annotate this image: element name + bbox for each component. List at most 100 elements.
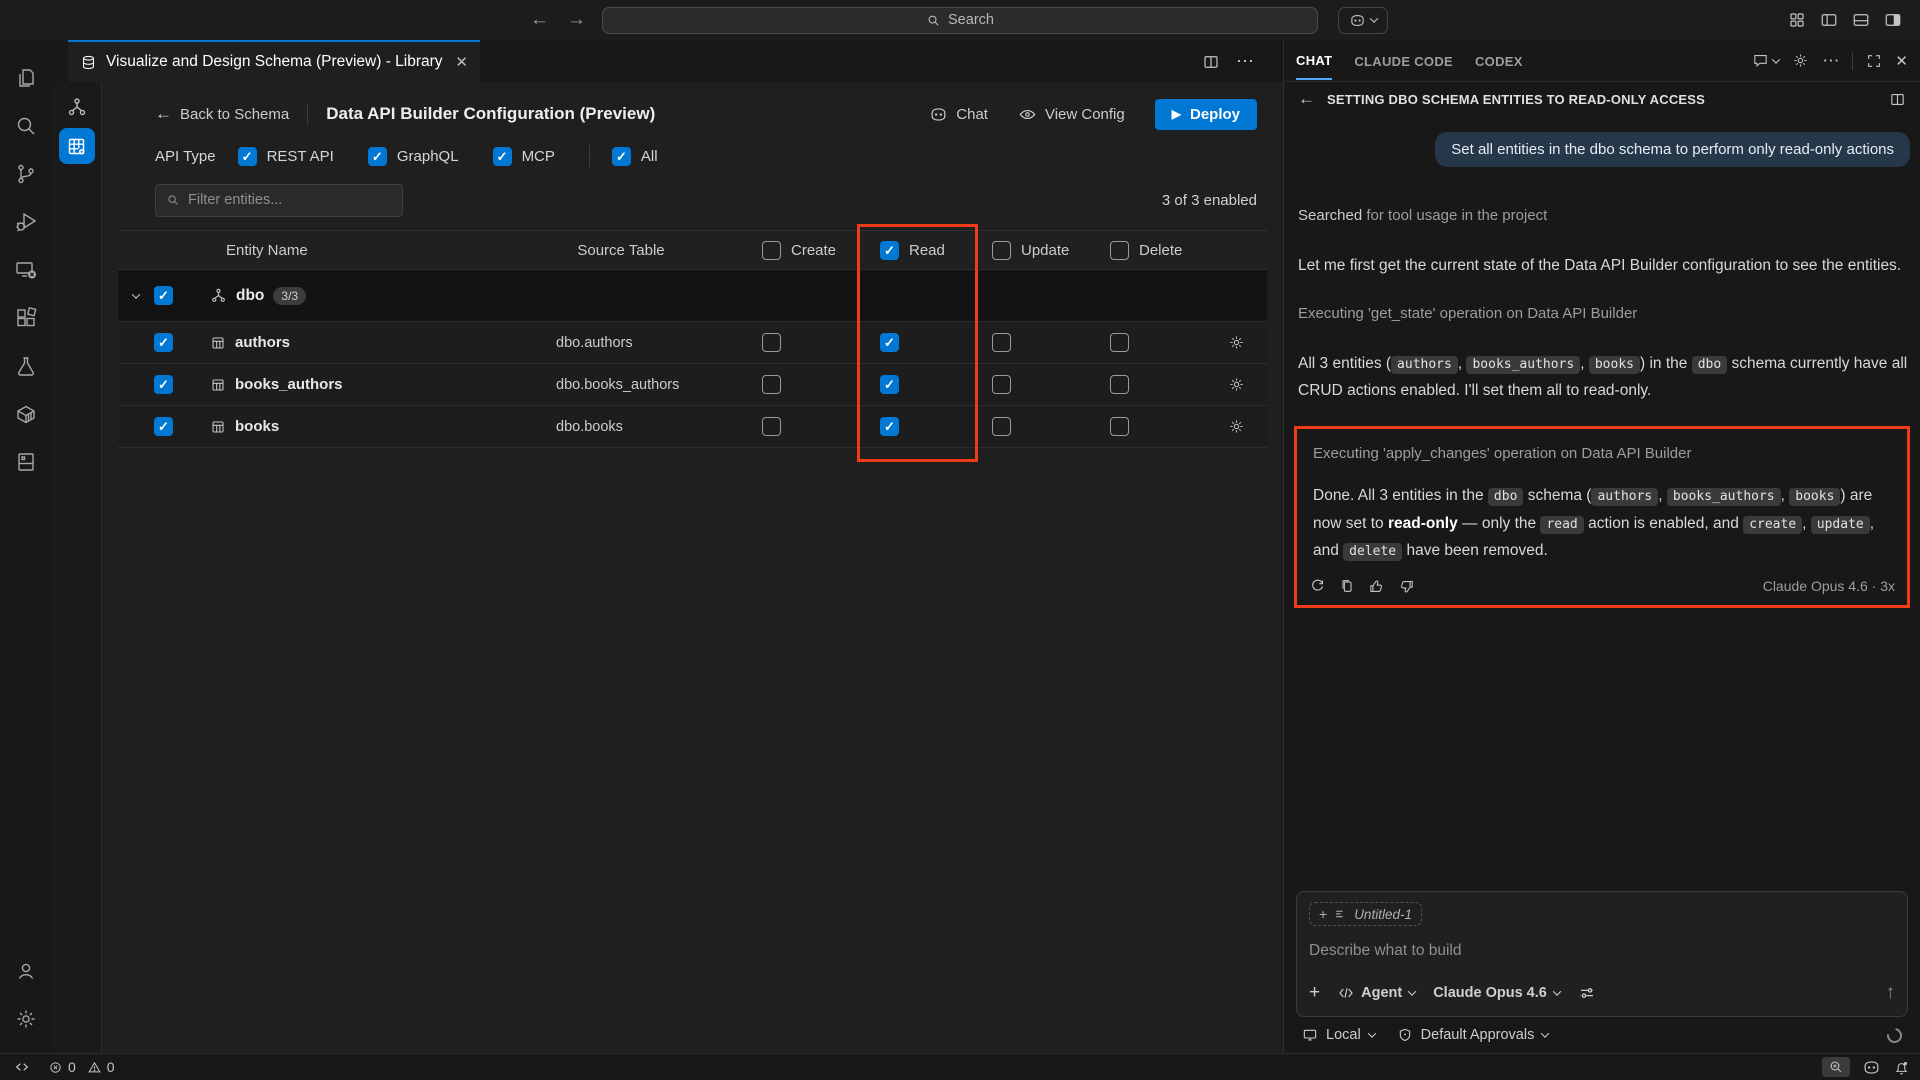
rest-api-label: REST API: [267, 148, 334, 165]
all-checkbox[interactable]: [612, 147, 631, 166]
nav-forward-icon[interactable]: →: [567, 9, 586, 31]
remote-connect-icon[interactable]: [14, 1059, 30, 1075]
delete-checkbox[interactable]: [1110, 333, 1129, 352]
table-row: books_authors dbo.books_authors: [118, 364, 1267, 406]
close-panel-icon[interactable]: ✕: [1895, 52, 1908, 70]
thumbs-down-icon[interactable]: [1398, 578, 1415, 595]
filter-entities-input[interactable]: Filter entities...: [155, 184, 403, 217]
row-enabled-checkbox[interactable]: [154, 375, 173, 394]
toggle-secondary-sidebar-icon[interactable]: [1884, 11, 1902, 29]
assistant-paragraph: Done. All 3 entities in the dbo schema (…: [1309, 482, 1895, 563]
tools-sliders-icon[interactable]: [1578, 984, 1596, 1002]
update-checkbox[interactable]: [992, 417, 1011, 436]
context-chip[interactable]: + Untitled-1: [1309, 902, 1422, 926]
model-picker[interactable]: Claude Opus 4.6: [1433, 985, 1560, 1001]
notifications-bell-icon[interactable]: [1893, 1059, 1910, 1076]
row-enabled-checkbox[interactable]: [154, 417, 173, 436]
activity-bar: [0, 40, 52, 1053]
user-message: Set all entities in the dbo schema to pe…: [1435, 132, 1910, 167]
update-checkbox[interactable]: [992, 333, 1011, 352]
rest-api-checkbox[interactable]: [238, 147, 257, 166]
dbo-group-checkbox[interactable]: [154, 286, 173, 305]
problems-indicator[interactable]: 0 0: [48, 1059, 115, 1075]
tab-codex[interactable]: CODEX: [1475, 42, 1523, 79]
create-all-checkbox[interactable]: [762, 241, 781, 260]
mcp-checkbox[interactable]: [493, 147, 512, 166]
create-checkbox[interactable]: [762, 375, 781, 394]
remote-explorer-icon[interactable]: [0, 246, 52, 294]
close-tab-icon[interactable]: ✕: [455, 53, 468, 71]
read-checkbox[interactable]: [880, 333, 899, 352]
tab-claude-code[interactable]: CLAUDE CODE: [1354, 42, 1453, 79]
mode-picker[interactable]: Agent: [1338, 985, 1415, 1001]
toggle-primary-sidebar-icon[interactable]: [1820, 11, 1838, 29]
chat-button-label: Chat: [956, 106, 988, 123]
view-config-button[interactable]: View Config: [1018, 105, 1125, 124]
containers-icon[interactable]: [0, 390, 52, 438]
extensions-icon[interactable]: [0, 294, 52, 342]
chat-settings-gear-icon[interactable]: [1792, 52, 1809, 69]
environment-picker[interactable]: Local: [1302, 1027, 1375, 1043]
copilot-chat-icon: [929, 105, 948, 124]
table-grid-icon: [210, 377, 226, 393]
delete-checkbox[interactable]: [1110, 375, 1129, 394]
chevron-down-icon: [1367, 1029, 1375, 1037]
chat-sessions-icon[interactable]: [1752, 52, 1779, 69]
warning-count: 0: [107, 1059, 115, 1075]
row-settings-gear-icon[interactable]: [1228, 418, 1245, 435]
designer-side-strip: [52, 82, 102, 1053]
expand-chevron-icon[interactable]: [132, 290, 140, 298]
copilot-status-icon[interactable]: [1862, 1058, 1881, 1077]
explorer-icon[interactable]: [0, 54, 52, 102]
delete-checkbox[interactable]: [1110, 417, 1129, 436]
create-checkbox[interactable]: [762, 333, 781, 352]
delete-all-checkbox[interactable]: [1110, 241, 1129, 260]
graphql-checkbox[interactable]: [368, 147, 387, 166]
zoom-status-icon[interactable]: [1822, 1057, 1850, 1077]
agent-mode-icon: [1338, 985, 1354, 1001]
chat-transcript[interactable]: Set all entities in the dbo schema to pe…: [1284, 116, 1920, 881]
row-settings-gear-icon[interactable]: [1228, 334, 1245, 351]
data-api-builder-tool-button[interactable]: [59, 128, 95, 164]
read-checkbox[interactable]: [880, 417, 899, 436]
update-all-checkbox[interactable]: [992, 241, 1011, 260]
create-checkbox[interactable]: [762, 417, 781, 436]
read-all-checkbox[interactable]: [880, 241, 899, 260]
nav-back-icon[interactable]: ←: [530, 9, 549, 31]
testing-icon[interactable]: [0, 342, 52, 390]
back-to-schema-button[interactable]: ← Back to Schema: [155, 104, 289, 124]
copy-icon[interactable]: [1339, 578, 1355, 594]
source-control-icon[interactable]: [0, 150, 52, 198]
approvals-picker[interactable]: Default Approvals: [1397, 1027, 1549, 1043]
send-icon[interactable]: ↑: [1886, 982, 1896, 1004]
session-back-icon[interactable]: ←: [1298, 89, 1315, 109]
tab-chat[interactable]: CHAT: [1296, 41, 1332, 80]
schema-visualize-icon[interactable]: [66, 96, 88, 118]
update-checkbox[interactable]: [992, 375, 1011, 394]
search-sidebar-icon[interactable]: [0, 102, 52, 150]
copilot-menu-button[interactable]: [1338, 7, 1388, 34]
maximize-panel-icon[interactable]: [1866, 53, 1882, 69]
thumbs-up-icon[interactable]: [1368, 578, 1385, 595]
retry-icon[interactable]: [1309, 578, 1326, 595]
notebooks-icon[interactable]: [0, 438, 52, 486]
chat-button[interactable]: Chat: [929, 105, 988, 124]
panel-more-icon[interactable]: ⋯: [1822, 51, 1839, 71]
toggle-panel-icon[interactable]: [1852, 11, 1870, 29]
split-editor-icon[interactable]: [1202, 53, 1220, 71]
command-center-search[interactable]: Search: [602, 7, 1318, 34]
customize-layout-icon[interactable]: [1788, 11, 1806, 29]
attach-plus-icon[interactable]: +: [1309, 982, 1320, 1004]
schema-group-row[interactable]: dbo 3/3: [118, 270, 1267, 322]
chat-input-box[interactable]: + Untitled-1 Describe what to build + Ag…: [1296, 891, 1908, 1017]
settings-gear-icon[interactable]: [0, 995, 52, 1043]
deploy-button[interactable]: ▶ Deploy: [1155, 99, 1257, 130]
open-session-editor-icon[interactable]: [1889, 91, 1906, 108]
tab-visualize-design-schema[interactable]: Visualize and Design Schema (Preview) - …: [68, 40, 480, 82]
more-actions-icon[interactable]: ⋯: [1236, 51, 1255, 72]
row-enabled-checkbox[interactable]: [154, 333, 173, 352]
read-checkbox[interactable]: [880, 375, 899, 394]
row-settings-gear-icon[interactable]: [1228, 376, 1245, 393]
run-debug-icon[interactable]: [0, 198, 52, 246]
account-icon[interactable]: [0, 947, 52, 995]
